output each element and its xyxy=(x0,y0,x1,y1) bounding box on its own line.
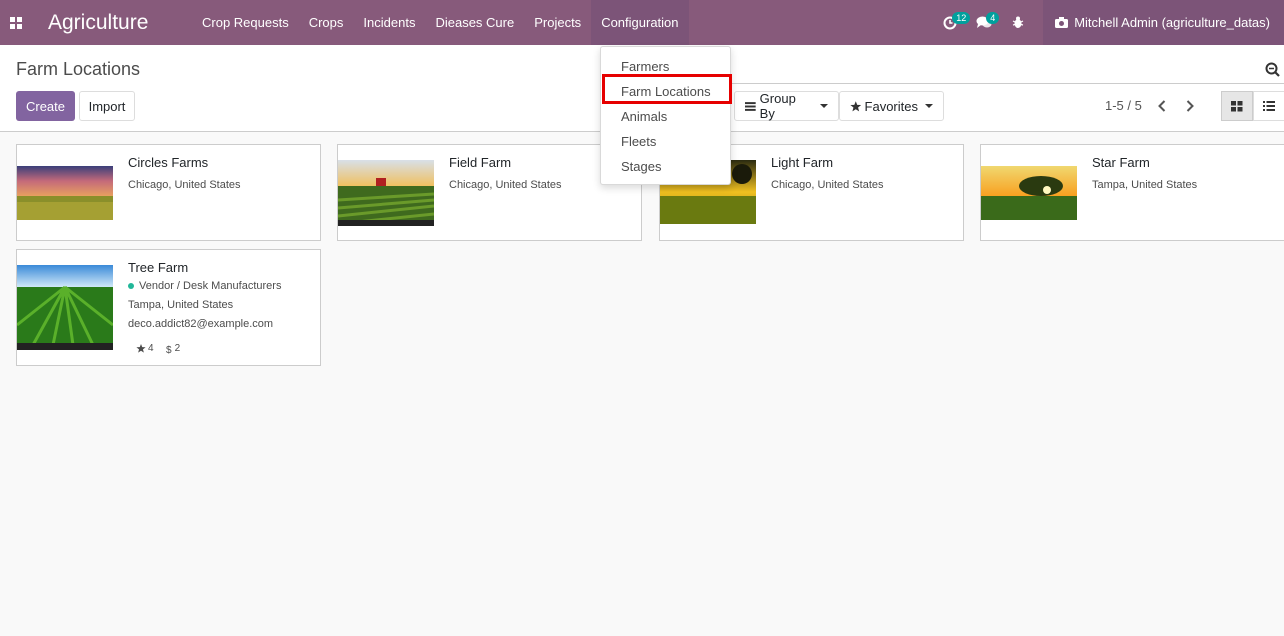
star-count: 4 xyxy=(148,343,154,354)
debug-button[interactable] xyxy=(1001,0,1035,45)
page-title: Farm Locations xyxy=(16,59,141,79)
top-navbar: Agriculture Crop Requests Crops Incident… xyxy=(0,0,1284,45)
farm-image xyxy=(981,166,1077,220)
svg-text:$: $ xyxy=(166,345,172,354)
card-title: Star Farm xyxy=(1092,155,1150,170)
camera-icon xyxy=(1055,17,1069,28)
menu-projects[interactable]: Projects xyxy=(524,0,591,45)
messages-button[interactable]: 4 xyxy=(967,0,1001,45)
card-stats: 4 $ 2 xyxy=(136,343,180,354)
dollar-count: 2 xyxy=(174,343,181,354)
configuration-dropdown: Farmers Farm Locations Animals Fleets St… xyxy=(600,46,732,185)
chevron-right-icon xyxy=(1186,100,1194,112)
create-button[interactable]: Create xyxy=(16,91,75,121)
card-title: Circles Farms xyxy=(128,155,209,170)
dropdown-item-fleets[interactable]: Fleets xyxy=(621,134,656,149)
activities-button[interactable]: 12 xyxy=(933,0,971,45)
search-icon[interactable] xyxy=(1265,62,1280,80)
kanban-card[interactable]: Star Farm Tampa, United States xyxy=(980,144,1284,241)
menu-incidents[interactable]: Incidents xyxy=(353,0,425,45)
favorites-button[interactable]: Favorites xyxy=(839,91,944,121)
card-location: Chicago, United States xyxy=(128,179,241,191)
menu-crops[interactable]: Crops xyxy=(299,0,354,45)
card-location: Tampa, United States xyxy=(128,299,234,311)
menu-dieases-cure[interactable]: Dieases Cure xyxy=(425,0,524,45)
list-icon xyxy=(1263,101,1275,111)
messages-badge: 4 xyxy=(986,12,1000,24)
card-title: Field Farm xyxy=(449,155,512,170)
search-input[interactable] xyxy=(731,56,1284,84)
caret-down-icon xyxy=(925,104,933,108)
card-email: deco.addict82@example.com xyxy=(128,318,274,330)
dollar-icon: $ xyxy=(166,345,172,354)
systray: 12 4 Mitchell Admin (agriculture_datas) xyxy=(933,0,1284,45)
group-by-label: Group By xyxy=(759,91,796,121)
kanban-card[interactable]: Tree Farm Vendor / Desk Manufacturers Ta… xyxy=(16,249,321,366)
app-brand[interactable]: Agriculture xyxy=(48,11,178,35)
status-dot xyxy=(128,283,134,290)
menu-crop-requests[interactable]: Crop Requests xyxy=(192,0,299,45)
farm-image xyxy=(17,166,113,220)
apps-menu-button[interactable] xyxy=(0,0,32,45)
card-location: Tampa, United States xyxy=(1092,179,1198,191)
bars-icon xyxy=(745,101,756,111)
list-view-button[interactable] xyxy=(1253,91,1284,121)
star-icon xyxy=(850,100,862,111)
caret-down-icon xyxy=(820,104,828,108)
pager-next-button[interactable] xyxy=(1182,97,1198,115)
main-menu: Crop Requests Crops Incidents Dieases Cu… xyxy=(192,0,689,45)
menu-configuration[interactable]: Configuration xyxy=(591,0,689,45)
highlight-box xyxy=(602,74,732,104)
card-title: Light Farm xyxy=(771,155,834,170)
card-location: Chicago, United States xyxy=(449,179,562,191)
star-icon xyxy=(136,344,146,353)
dropdown-item-animals[interactable]: Animals xyxy=(621,109,667,124)
kanban-card[interactable]: Circles Farms Chicago, United States xyxy=(16,144,321,241)
dropdown-item-farmers[interactable]: Farmers xyxy=(621,59,669,74)
dropdown-item-stages[interactable]: Stages xyxy=(621,159,661,174)
user-menu[interactable]: Mitchell Admin (agriculture_datas) xyxy=(1043,0,1284,45)
pager-previous-button[interactable] xyxy=(1154,97,1170,115)
card-location: Chicago, United States xyxy=(771,179,884,191)
kanban-card[interactable]: Field Farm Chicago, United States xyxy=(337,144,642,241)
favorites-label: Favorites xyxy=(864,98,918,114)
bug-icon xyxy=(1012,16,1024,28)
group-by-button[interactable]: Group By xyxy=(734,91,839,121)
card-title: Tree Farm xyxy=(128,260,189,275)
card-category: Vendor / Desk Manufacturers xyxy=(128,280,281,292)
pager-value[interactable]: 1-5 / 5 xyxy=(1105,98,1142,113)
user-name: Mitchell Admin (agriculture_datas) xyxy=(1074,15,1270,30)
farm-image xyxy=(338,160,434,226)
kanban-view-button[interactable] xyxy=(1221,91,1253,121)
grid-icon xyxy=(10,16,22,29)
farm-image xyxy=(17,265,113,350)
chevron-left-icon xyxy=(1158,100,1166,112)
import-button[interactable]: Import xyxy=(79,91,135,121)
kanban-icon xyxy=(1231,100,1243,111)
